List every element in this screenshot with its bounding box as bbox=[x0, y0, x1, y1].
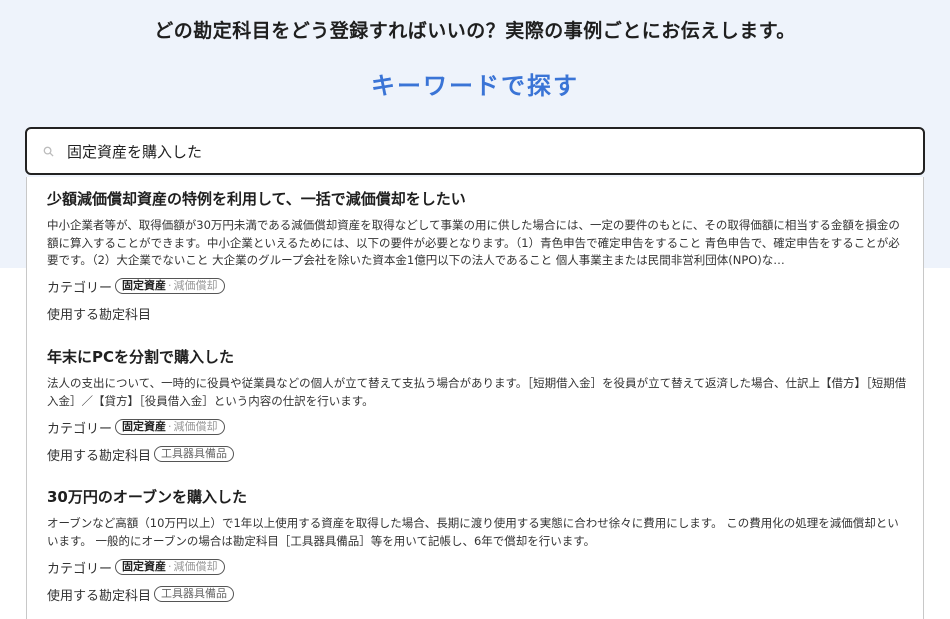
account-label: 使用する勘定科目 bbox=[47, 588, 152, 604]
result-item[interactable]: 少額減価償却資産の特例を利用して、一括で減価償却をしたい 中小企業者等が、取得価… bbox=[47, 189, 907, 323]
result-account-row: 使用する勘定科目 工具器具備品 bbox=[47, 444, 907, 464]
result-title[interactable]: 少額減価償却資産の特例を利用して、一括で減価償却をしたい bbox=[47, 189, 907, 209]
result-title[interactable]: 年末にPCを分割で購入した bbox=[47, 347, 907, 367]
result-item[interactable]: 年末にPCを分割で購入した 法人の支出について、一時的に役員や従業員などの個人が… bbox=[47, 347, 907, 464]
category-label: カテゴリー bbox=[47, 561, 113, 577]
result-category-row: カテゴリー 固定資産 · 減価償却 bbox=[47, 276, 907, 296]
search-results-list: 少額減価償却資産の特例を利用して、一括で減価償却をしたい 中小企業者等が、取得価… bbox=[26, 177, 924, 619]
result-account-row: 使用する勘定科目 工具器具備品 bbox=[47, 584, 907, 604]
account-label: 使用する勘定科目 bbox=[47, 307, 152, 323]
account-tag[interactable]: 工具器具備品 bbox=[154, 446, 235, 462]
search-icon bbox=[41, 144, 55, 158]
tag-separator: · bbox=[168, 420, 172, 433]
search-box[interactable] bbox=[25, 127, 925, 175]
tag-separator: · bbox=[168, 560, 172, 573]
category-sub: 減価償却 bbox=[173, 560, 218, 573]
category-main: 固定資産 bbox=[122, 279, 167, 292]
account-label: 使用する勘定科目 bbox=[47, 448, 152, 464]
result-category-row: カテゴリー 固定資産 · 減価償却 bbox=[47, 557, 907, 577]
search-input[interactable] bbox=[67, 142, 887, 160]
tag-separator: · bbox=[168, 279, 172, 292]
result-description: オーブンなど高額（10万円以上）で1年以上使用する資産を取得した場合、長期に渡り… bbox=[47, 516, 899, 548]
category-sub: 減価償却 bbox=[173, 420, 218, 433]
category-tag[interactable]: 固定資産 · 減価償却 bbox=[115, 559, 225, 575]
result-description: 中小企業者等が、取得価額が30万円未満である減価償却資産を取得などして事業の用に… bbox=[47, 218, 900, 267]
category-tag[interactable]: 固定資産 · 減価償却 bbox=[115, 278, 225, 294]
category-main: 固定資産 bbox=[122, 420, 167, 433]
result-category-row: カテゴリー 固定資産 · 減価償却 bbox=[47, 417, 907, 437]
result-account-row: 使用する勘定科目 bbox=[47, 303, 907, 323]
category-sub: 減価償却 bbox=[173, 279, 218, 292]
section-title: キーワードで探す bbox=[371, 72, 579, 100]
category-label: カテゴリー bbox=[47, 280, 113, 296]
page-headline: どの勘定科目をどう登録すればいいの？実際の事例ごとにお伝えします。 bbox=[154, 20, 796, 42]
category-label: カテゴリー bbox=[47, 421, 113, 437]
result-description: 法人の支出について、一時的に役員や従業員などの個人が立て替えて支払う場合がありま… bbox=[47, 376, 907, 408]
category-tag[interactable]: 固定資産 · 減価償却 bbox=[115, 419, 225, 435]
account-tag[interactable]: 工具器具備品 bbox=[154, 586, 235, 602]
result-item[interactable]: 30万円のオーブンを購入した オーブンなど高額（10万円以上）で1年以上使用する… bbox=[47, 487, 907, 604]
result-title[interactable]: 30万円のオーブンを購入した bbox=[47, 487, 907, 507]
category-main: 固定資産 bbox=[122, 560, 167, 573]
